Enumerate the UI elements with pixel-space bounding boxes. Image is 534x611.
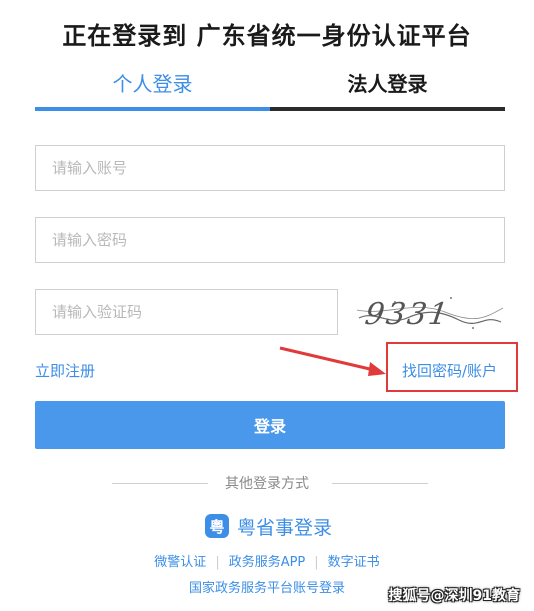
watermark: 搜狐号@深圳91教育 [388,588,520,604]
yueshengshi-label: 粤省事登录 [237,516,333,539]
yueshengshi-icon: 粤 [205,514,229,538]
tab-personal-login[interactable]: 个人登录 [35,60,270,108]
separator: | [215,555,220,570]
account-input[interactable] [35,145,505,191]
tab-legal-login[interactable]: 法人登录 [270,60,505,108]
active-tab-indicator [35,107,270,111]
register-link[interactable]: 立即注册 [35,360,95,381]
captcha-image[interactable]: 9331 [355,288,505,336]
captcha-text: 9331 [363,297,452,332]
login-button[interactable]: 登录 [35,401,505,449]
gov-app-link[interactable]: 政务服务APP [229,555,306,570]
digital-cert-link[interactable]: 数字证书 [328,555,380,570]
alternative-login-links: 微警认证 | 政务服务APP | 数字证书 [0,551,534,570]
divider-right [332,483,428,484]
find-password-link[interactable]: 找回密码/账户 [402,360,497,381]
page-title: 正在登录到 广东省统一身份认证平台 [62,22,472,50]
separator: | [314,555,319,570]
other-login-label: 其他登录方式 [225,476,309,492]
red-arrow-annotation [279,346,386,376]
captcha-input[interactable] [35,289,338,335]
password-input[interactable] [35,217,505,263]
yueshengshi-login-button[interactable]: 粤 粤省事登录 [205,512,332,540]
login-tabs: 个人登录 法人登录 [35,60,505,112]
weijing-auth-link[interactable]: 微警认证 [154,555,206,570]
tab-underline [270,107,505,111]
